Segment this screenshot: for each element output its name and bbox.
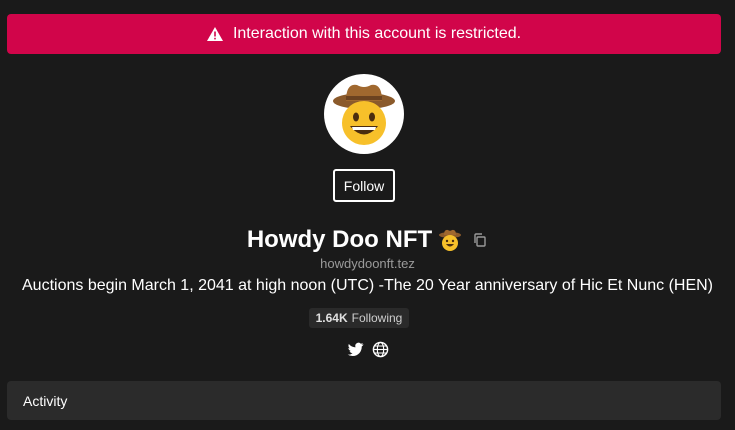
copy-icon[interactable] (472, 232, 488, 248)
banner-text: Interaction with this account is restric… (232, 25, 522, 42)
avatar (324, 74, 404, 154)
social-links (0, 340, 735, 358)
profile-name-row: Howdy Doo NFT (0, 224, 735, 256)
tab-activity[interactable]: Activity (7, 381, 721, 420)
following-label: Following (351, 311, 403, 325)
following-badge[interactable]: 1.64K Following (309, 308, 409, 328)
restriction-banner: Interaction with this account is restric… (7, 14, 721, 54)
twitter-icon[interactable] (347, 341, 364, 358)
warning-icon (206, 27, 223, 41)
profile-bio: Auctions begin March 1, 2041 at high noo… (22, 277, 713, 294)
profile-name: Howdy Doo NFT (246, 226, 433, 253)
profile-page: Interaction with this account is restric… (0, 0, 735, 430)
following-count: 1.64K (315, 311, 348, 325)
tab-activity-label: Activity (23, 392, 68, 409)
follow-button[interactable]: Follow (333, 169, 395, 202)
cowboy-emoji-icon (439, 229, 462, 251)
profile-handle[interactable]: howdydoonft.tez (0, 256, 735, 271)
globe-icon[interactable] (372, 341, 389, 358)
cowboy-emoji-avatar (333, 84, 395, 145)
